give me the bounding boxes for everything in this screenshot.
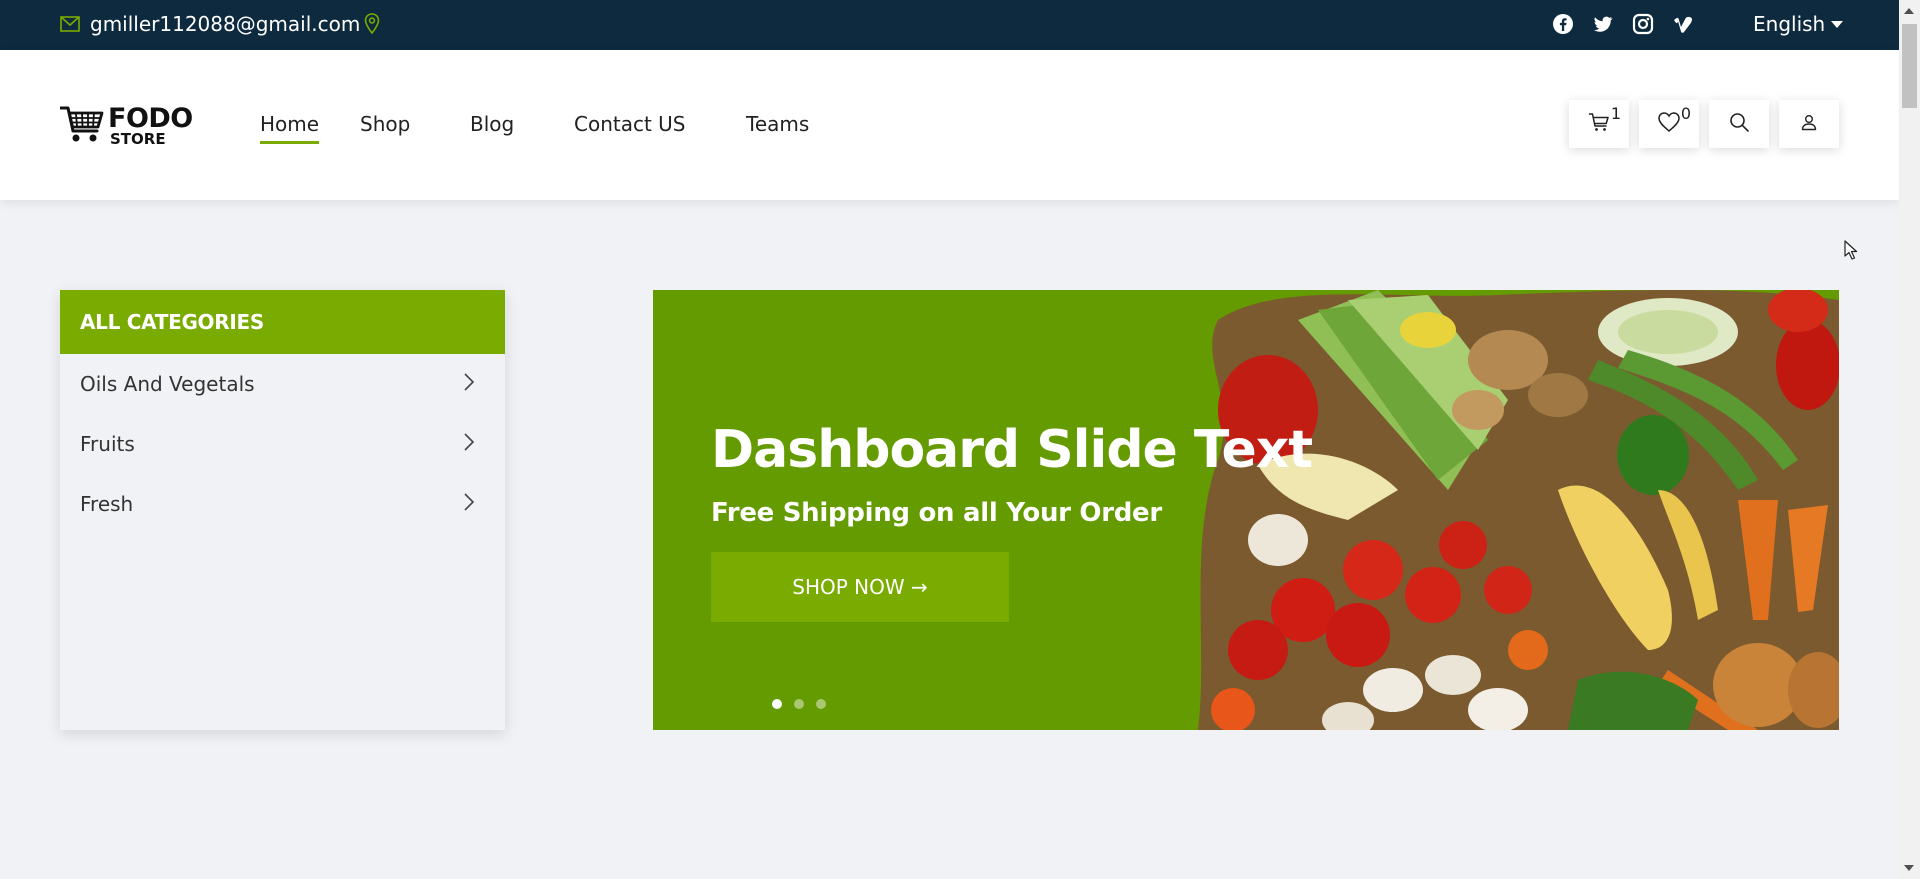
instagram-icon[interactable] [1632, 13, 1654, 35]
mouse-cursor-icon [1844, 240, 1858, 264]
caret-down-icon [1831, 20, 1844, 28]
location-pin-icon[interactable] [364, 13, 380, 35]
cart-button[interactable]: 1 [1569, 100, 1629, 148]
wishlist-count: 0 [1680, 104, 1691, 123]
vimeo-icon[interactable] [1672, 13, 1694, 35]
category-label[interactable]: Fruits [80, 432, 135, 456]
category-item-oils-and-vegetals[interactable]: Oils And Vegetals [60, 354, 505, 414]
nav-blog[interactable]: Blog [470, 112, 514, 136]
category-label[interactable]: Fresh [80, 492, 133, 516]
contact-email[interactable]: gmiller112088@gmail.com [60, 12, 380, 36]
slide-dot-2[interactable] [794, 699, 804, 709]
mail-icon [60, 16, 80, 32]
categories-title: ALL CATEGORIES [60, 290, 505, 354]
main-header: FODO STORE Home Shop Blog Contact US Tea… [0, 50, 1899, 200]
search-button[interactable] [1709, 100, 1769, 148]
email-text[interactable]: gmiller112088@gmail.com [90, 12, 360, 36]
nav-contact-us[interactable]: Contact US [574, 112, 686, 136]
top-bar: gmiller112088@gmail.com English [0, 0, 1899, 50]
logo-text-fodo: FODO [108, 103, 193, 134]
slider-dots [772, 699, 826, 709]
category-item-fresh[interactable]: Fresh [60, 474, 505, 534]
category-label[interactable]: Oils And Vegetals [80, 372, 255, 396]
language-label[interactable]: English [1753, 12, 1825, 36]
logo-text-store: STORE [110, 130, 166, 148]
cart-icon [1588, 111, 1610, 137]
user-icon [1800, 113, 1818, 135]
scroll-down-arrow-icon[interactable] [1904, 865, 1914, 871]
nav-home[interactable]: Home [260, 112, 320, 144]
nav-teams[interactable]: Teams [746, 112, 809, 136]
category-item-fruits[interactable]: Fruits [60, 414, 505, 474]
shop-now-button[interactable]: SHOP NOW → [711, 552, 1009, 622]
shop-now-label[interactable]: SHOP NOW → [792, 575, 928, 599]
chevron-right-icon [463, 372, 475, 397]
cart-count: 1 [1610, 104, 1621, 123]
wishlist-button[interactable]: 0 [1639, 100, 1699, 148]
twitter-icon[interactable] [1592, 13, 1614, 35]
vegetables-image [1198, 290, 1839, 730]
search-icon [1728, 111, 1750, 137]
scroll-up-arrow-icon[interactable] [1904, 8, 1914, 14]
categories-panel: ALL CATEGORIES Oils And Vegetals Fruits … [60, 290, 505, 730]
scroll-thumb[interactable] [1902, 24, 1917, 108]
slide-dot-3[interactable] [816, 699, 826, 709]
shopping-cart-logo-icon [59, 104, 104, 148]
slide-subtitle: Free Shipping on all Your Order [711, 498, 1162, 528]
account-button[interactable] [1779, 100, 1839, 148]
hero-slider: Dashboard Slide Text Free Shipping on al… [653, 290, 1839, 730]
chevron-right-icon [463, 432, 475, 457]
slide-dot-1[interactable] [772, 699, 782, 709]
chevron-right-icon [463, 492, 475, 517]
nav-shop[interactable]: Shop [360, 112, 410, 136]
slide-title: Dashboard Slide Text [711, 420, 1313, 480]
page-scrollbar[interactable] [1899, 0, 1920, 879]
heart-icon [1657, 111, 1681, 137]
facebook-icon[interactable] [1552, 13, 1574, 35]
social-links [1552, 13, 1694, 35]
site-logo[interactable]: FODO STORE [59, 103, 193, 148]
language-selector[interactable]: English [1753, 12, 1844, 36]
